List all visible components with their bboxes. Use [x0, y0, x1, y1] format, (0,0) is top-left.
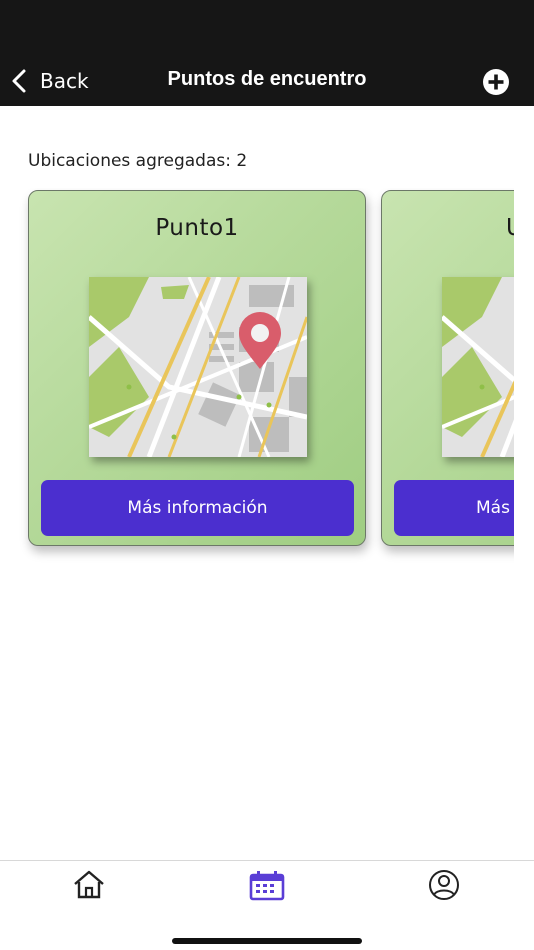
navigation-bar: Back Puntos de encuentro	[0, 56, 534, 106]
locations-count-label: Ubicaciones agregadas: 2	[28, 151, 248, 171]
locations-carousel[interactable]: Punto1 Más información Más	[0, 188, 514, 563]
bottom-tab-bar	[0, 860, 534, 950]
more-info-button[interactable]: Más	[394, 480, 514, 536]
status-bar	[0, 0, 534, 56]
home-icon[interactable]	[69, 869, 109, 901]
map-pin-icon	[89, 277, 307, 457]
card-title: Punto1	[155, 215, 239, 241]
location-card[interactable]: Punto1 Más información	[28, 190, 366, 546]
home-indicator	[172, 938, 362, 944]
location-card[interactable]: U Más	[381, 190, 514, 546]
calendar-icon[interactable]	[247, 869, 287, 901]
page-title: Puntos de encuentro	[167, 68, 367, 90]
user-icon[interactable]	[424, 869, 464, 901]
plus-circle-icon[interactable]	[482, 68, 510, 96]
more-info-button[interactable]: Más información	[41, 480, 354, 536]
map-pin-icon	[442, 277, 514, 457]
card-title: U	[506, 215, 514, 241]
